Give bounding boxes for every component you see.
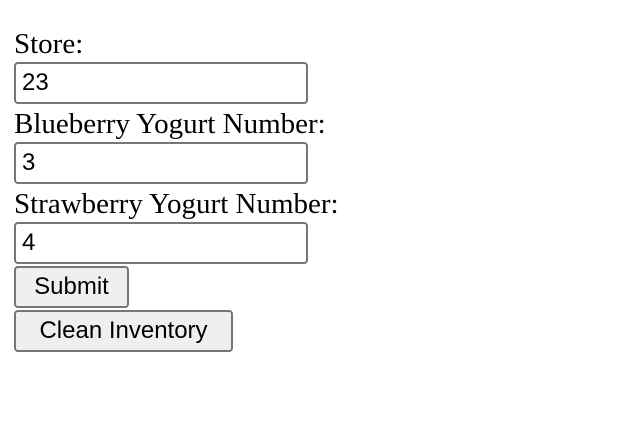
inventory-form: Store: Blueberry Yogurt Number: Strawber…: [14, 26, 614, 352]
blueberry-yogurt-input[interactable]: [14, 142, 308, 184]
submit-button[interactable]: Submit: [14, 266, 129, 308]
store-label: Store:: [14, 28, 84, 60]
strawberry-yogurt-label: Strawberry Yogurt Number:: [14, 188, 339, 220]
clean-inventory-button[interactable]: Clean Inventory: [14, 310, 233, 352]
store-input[interactable]: [14, 62, 308, 104]
strawberry-yogurt-input[interactable]: [14, 222, 308, 264]
blueberry-yogurt-label: Blueberry Yogurt Number:: [14, 108, 326, 140]
